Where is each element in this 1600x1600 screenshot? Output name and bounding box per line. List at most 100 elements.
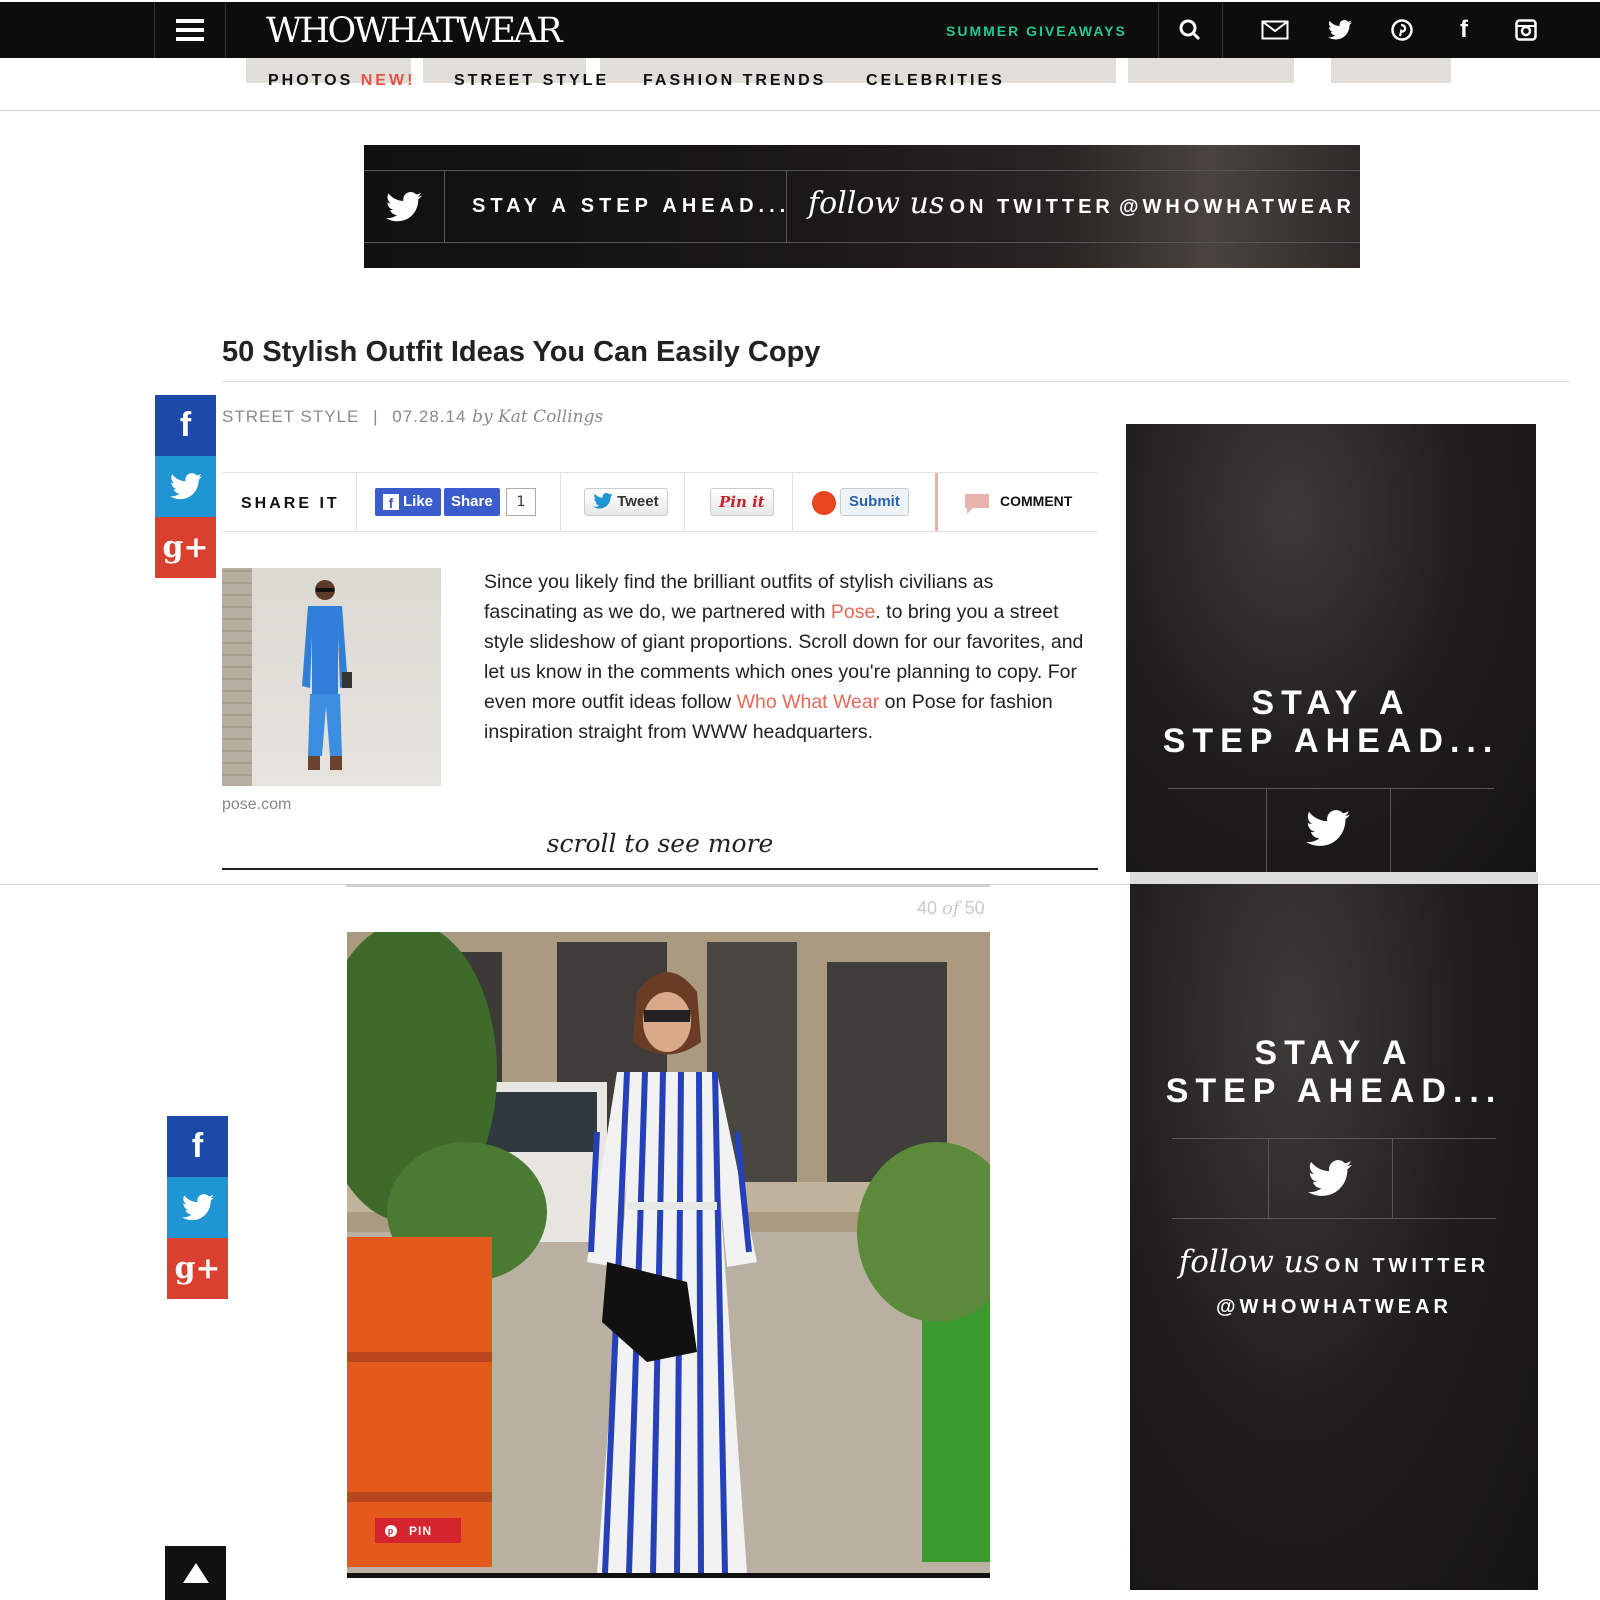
tweet-button[interactable]: Tweet: [584, 488, 668, 516]
instagram-button[interactable]: [1496, 2, 1556, 58]
divider: [222, 868, 1098, 870]
divider: [356, 473, 357, 531]
nav-thumb: [1128, 58, 1294, 83]
facebook-icon: f: [1460, 16, 1468, 43]
facebook-share-button[interactable]: f: [155, 395, 216, 456]
divider: [364, 170, 1360, 171]
sidebar-ad-bottom[interactable]: STAY A STEP AHEAD... follow us ON TWITTE…: [1130, 884, 1538, 1590]
arrow-up-icon: [182, 1563, 209, 1583]
divider: [1168, 788, 1494, 789]
googleplus-icon: g+: [174, 1251, 221, 1286]
who-what-wear-link[interactable]: Who What Wear: [737, 691, 880, 713]
divider: [1268, 1138, 1269, 1218]
site-logo[interactable]: WHOWHATWEAR: [266, 11, 563, 51]
share-sidebar-floating: f g+: [167, 1116, 228, 1299]
search-icon: [1179, 19, 1201, 41]
comment-icon: [965, 494, 989, 514]
pinterest-icon: p: [385, 1524, 397, 1537]
nav-fashion-trends[interactable]: FASHION TRENDS: [643, 72, 826, 90]
thumbnail-person: [302, 580, 352, 770]
twitter-button[interactable]: [1310, 2, 1370, 58]
facebook-share-count-button[interactable]: Share: [444, 488, 500, 516]
new-badge: NEW!: [360, 72, 416, 89]
twitter-share-button[interactable]: [155, 456, 216, 517]
divider: [1392, 1138, 1393, 1218]
slide-current: 40: [917, 898, 938, 918]
article-meta: STREET STYLE | 07.28.14 by Kat Collings: [222, 407, 603, 427]
twitter-icon: [1328, 20, 1352, 40]
facebook-icon: f: [383, 494, 399, 511]
nav-photos-label: PHOTOS: [268, 72, 354, 89]
ad-headline-1: STAY A: [1254, 1034, 1414, 1072]
ad-headline-2: STEP AHEAD...: [1162, 722, 1500, 760]
instagram-icon: [1515, 19, 1537, 41]
comment-button[interactable]: COMMENT: [1000, 493, 1072, 509]
slide-total: 50: [964, 898, 985, 918]
divider: [347, 1573, 990, 1578]
twitter-icon: [181, 1194, 214, 1221]
mail-icon: [1261, 20, 1289, 40]
pin-it-button[interactable]: Pin it: [710, 488, 774, 516]
facebook-share-button[interactable]: f: [167, 1116, 228, 1177]
pinterest-button[interactable]: [1372, 2, 1432, 58]
twitter-icon: [1308, 1160, 1352, 1196]
divider: [1390, 788, 1391, 872]
twitter-banner-ad[interactable]: STAY A STEP AHEAD... follow us ON TWITTE…: [364, 145, 1360, 268]
image-source: pose.com: [222, 796, 292, 813]
scroll-hint[interactable]: scroll to see more: [222, 829, 1098, 858]
share-label: SHARE IT: [241, 495, 340, 512]
nav-thumb: [1331, 58, 1451, 83]
search-button[interactable]: [1160, 2, 1220, 58]
divider: [792, 473, 793, 531]
ad-headline-1: STAY A: [1251, 684, 1411, 722]
nav-photos[interactable]: PHOTOS NEW!: [268, 72, 415, 90]
ad-headline-2: STEP AHEAD...: [1165, 1072, 1503, 1110]
sidebar-ad-top[interactable]: STAY A STEP AHEAD...: [1126, 424, 1536, 872]
pin-button[interactable]: p PIN: [375, 1518, 461, 1543]
divider: [1266, 788, 1267, 872]
facebook-like-button[interactable]: f Like: [375, 488, 442, 516]
pinterest-icon: [1391, 19, 1413, 41]
article-body: Since you likely find the brilliant outf…: [484, 567, 1084, 747]
follow-script: follow us: [1178, 1244, 1320, 1280]
like-label: Like: [403, 493, 434, 510]
divider: [560, 473, 561, 531]
facebook-icon: f: [191, 1127, 204, 1165]
summer-giveaways-link[interactable]: SUMMER GIVEAWAYS: [946, 23, 1127, 39]
submit-button[interactable]: Submit: [840, 488, 909, 516]
mail-button[interactable]: [1245, 2, 1305, 58]
banner-follow: follow us ON TWITTER @WHOWHATWEAR: [808, 186, 1355, 221]
twitter-share-button[interactable]: [167, 1177, 228, 1238]
googleplus-share-button[interactable]: g+: [155, 517, 216, 578]
twitter-icon: [593, 493, 613, 509]
googleplus-icon: g+: [162, 530, 209, 565]
nav-street-style[interactable]: STREET STYLE: [454, 72, 609, 90]
back-to-top-button[interactable]: [165, 1546, 226, 1600]
slide-counter: 40 of 50: [917, 898, 985, 919]
menu-icon: [176, 19, 204, 41]
article-thumbnail[interactable]: [222, 568, 441, 786]
article-date: 07.28.14: [392, 407, 467, 426]
googleplus-share-button[interactable]: g+: [167, 1238, 228, 1299]
facebook-button[interactable]: f: [1434, 2, 1494, 58]
stumbleupon-icon: [812, 491, 836, 515]
divider: [346, 884, 990, 887]
divider: [1130, 872, 1538, 884]
ad-follow: follow us ON TWITTER: [1130, 1244, 1538, 1280]
slide-photo[interactable]: p PIN: [347, 932, 990, 1573]
twitter-handle: @WHOWHATWEAR: [1118, 196, 1355, 218]
divider: [1222, 2, 1223, 58]
divider: [222, 381, 1570, 382]
pose-link[interactable]: Pose: [831, 601, 875, 623]
author-byline[interactable]: by Kat Collings: [472, 407, 603, 427]
top-bar: WHOWHATWEAR SUMMER GIVEAWAYS f: [0, 2, 1600, 58]
banner-tagline: STAY A STEP AHEAD...: [472, 195, 791, 217]
divider: [935, 473, 938, 531]
menu-button[interactable]: [154, 2, 226, 58]
share-sidebar: f g+: [155, 395, 216, 578]
category-link[interactable]: STREET STYLE: [222, 407, 359, 426]
divider: [1172, 1138, 1496, 1139]
twitter-handle: @WHOWHATWEAR: [1216, 1296, 1452, 1318]
nav-celebrities[interactable]: CELEBRITIES: [866, 72, 1005, 90]
thumbnail-wall: [222, 568, 252, 786]
